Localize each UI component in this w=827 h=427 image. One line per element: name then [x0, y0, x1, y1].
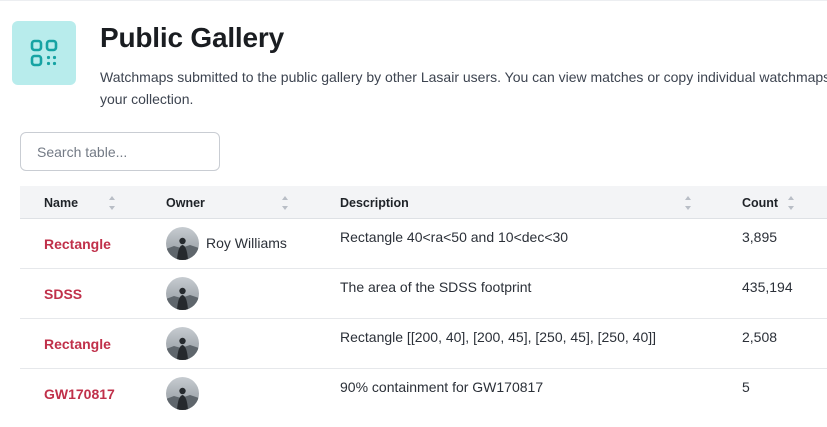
- column-label: Count: [742, 195, 779, 210]
- table-header: Name Owner Description Count: [20, 186, 827, 219]
- watchmap-description: Rectangle [[200, 40], [200, 45], [250, 4…: [340, 329, 657, 345]
- table-row: Rectangle Rectangle [[200, 40], [200, 45…: [20, 319, 827, 369]
- column-header-name[interactable]: Name: [44, 186, 78, 219]
- search-input[interactable]: [20, 132, 220, 171]
- column-header-count[interactable]: Count: [742, 186, 778, 219]
- table-row: Rectangle Roy Williams Rectangle 40<ra<5…: [20, 219, 827, 269]
- column-label: Name: [44, 195, 79, 210]
- sort-icon[interactable]: [684, 196, 692, 210]
- table-row: GW170817 90% containment for GW170817 5: [20, 369, 827, 419]
- page-description: Watchmaps submitted to the public galler…: [100, 69, 827, 107]
- watchmap-name-link[interactable]: GW170817: [44, 369, 115, 419]
- top-divider: [0, 0, 827, 1]
- owner-cell: Roy Williams: [166, 226, 287, 260]
- watchmap-count: 435,194: [742, 279, 793, 295]
- qr-code-icon: [12, 21, 76, 85]
- watchmap-name-link[interactable]: SDSS: [44, 269, 82, 319]
- watchmap-description: Rectangle 40<ra<50 and 10<dec<30: [340, 229, 569, 245]
- sort-icon[interactable]: [108, 196, 116, 210]
- watchmap-count: 2,508: [742, 329, 778, 345]
- watchmap-count: 3,895: [742, 229, 778, 245]
- column-label: Description: [340, 195, 409, 210]
- watchmap-description: 90% containment for GW170817: [340, 379, 544, 395]
- avatar: [166, 376, 199, 410]
- sort-icon[interactable]: [281, 196, 289, 210]
- owner-cell: [166, 376, 206, 410]
- column-label: Owner: [166, 195, 205, 210]
- watchmaps-table: Name Owner Description Count Rectangle R…: [20, 186, 827, 419]
- owner-cell: [166, 276, 206, 310]
- owner-name: Roy Williams: [206, 235, 287, 251]
- watchmap-name-link[interactable]: Rectangle: [44, 219, 111, 269]
- sort-icon[interactable]: [787, 196, 795, 210]
- page-title: Public Gallery: [100, 22, 284, 53]
- avatar: [166, 326, 199, 360]
- avatar: [166, 226, 199, 260]
- watchmap-name-link[interactable]: Rectangle: [44, 319, 111, 369]
- column-header-description[interactable]: Description: [340, 186, 409, 219]
- avatar: [166, 276, 199, 310]
- watchmap-count: 5: [742, 379, 750, 395]
- column-header-owner[interactable]: Owner: [166, 186, 205, 219]
- owner-cell: [166, 326, 206, 360]
- watchmap-description: The area of the SDSS footprint: [340, 279, 532, 295]
- table-row: SDSS The area of the SDSS footprint 435,…: [20, 269, 827, 319]
